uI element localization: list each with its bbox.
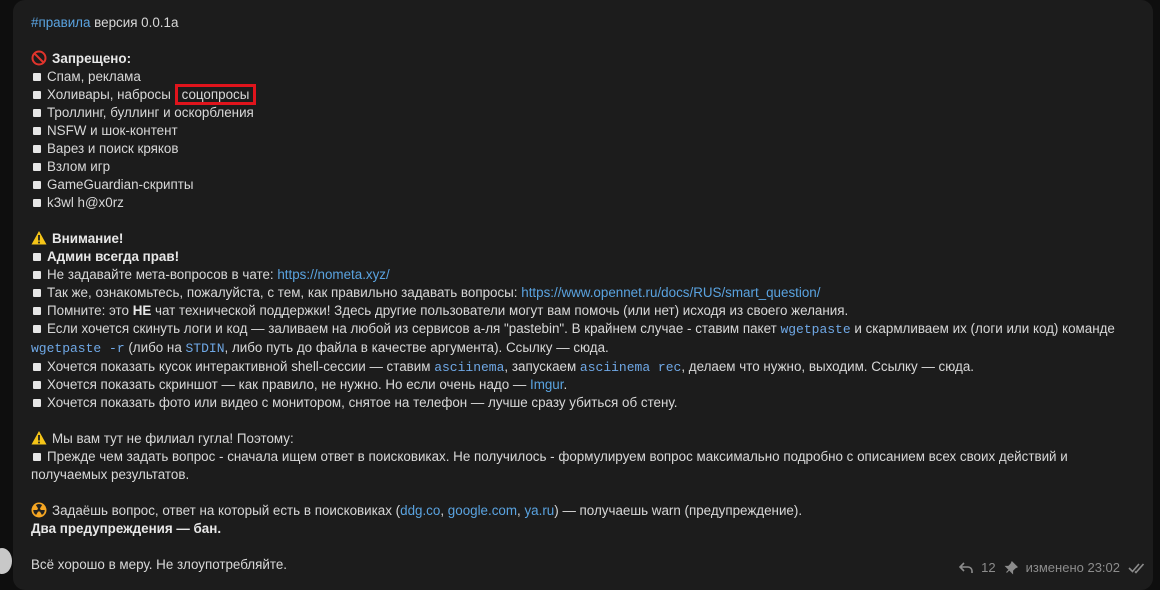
list-item: Взлом игр: [31, 158, 1135, 176]
code-wgetpaste: wgetpaste: [780, 322, 851, 337]
checkbox-icon: [33, 72, 41, 81]
google-heading: Мы вам тут не филиал гугла! Поэтому:: [31, 430, 1135, 448]
yandex-link[interactable]: ya.ru: [524, 503, 554, 518]
google-title: Мы вам тут не филиал гугла! Поэтому:: [52, 431, 294, 446]
ban-line: Два предупреждения — бан.: [31, 521, 222, 536]
checkbox-icon: [33, 270, 41, 279]
nometa-link[interactable]: https://nometa.xyz/: [277, 267, 389, 282]
edited-timestamp: изменено 23:02: [1025, 560, 1120, 575]
checkbox-icon: [33, 108, 41, 117]
message-footer: 12 изменено 23:02: [959, 560, 1146, 575]
no-entry-icon: [31, 50, 47, 66]
checkbox-icon: [33, 288, 41, 297]
pin-icon: [1004, 560, 1018, 574]
highlighted-text: соцопросы: [174, 84, 257, 105]
list-item: Прежде чем задать вопрос - сначала ищем …: [31, 449, 1068, 482]
warn-line: Задаёшь вопрос, ответ на который есть в …: [31, 502, 1135, 520]
checkbox-icon: [33, 380, 41, 389]
forbidden-heading: Запрещено:: [31, 50, 1135, 68]
smart-question-link[interactable]: https://www.opennet.ru/docs/RUS/smart_qu…: [521, 285, 820, 300]
checkbox-icon: [33, 162, 41, 171]
list-item: Помните: это НЕ чат технической поддержк…: [31, 302, 1135, 320]
code-wgetpaste-r: wgetpaste -r: [31, 341, 125, 356]
avatar[interactable]: [0, 548, 12, 574]
list-item: Холивары, набросы соцопросы: [31, 84, 1135, 105]
code-stdin: STDIN: [185, 341, 225, 356]
checkbox-icon: [33, 90, 41, 99]
google-link[interactable]: google.com: [448, 503, 517, 518]
list-item: Не задавайте мета-вопросов в чате: https…: [31, 266, 1135, 284]
imgur-link[interactable]: Imgur: [530, 377, 564, 392]
message-bubble: #правила версия 0.0.1а Запрещено: Спам, …: [13, 0, 1153, 590]
version-text: версия 0.0.1а: [90, 15, 179, 30]
code-asciinema: asciinema: [434, 360, 505, 375]
checkbox-icon: [33, 144, 41, 153]
radioactive-icon: [31, 502, 47, 518]
reply-count[interactable]: 12: [981, 560, 995, 575]
attention-heading: Внимание!: [31, 230, 1135, 248]
list-item: k3wl h@x0rz: [31, 194, 1135, 212]
checkbox-icon: [33, 198, 41, 207]
list-item: Хочется показать кусок интерактивной she…: [31, 358, 1135, 376]
attention-title: Внимание!: [52, 231, 124, 246]
list-item: GameGuardian-скрипты: [31, 176, 1135, 194]
code-asciinema-rec: asciinema rec: [579, 360, 682, 375]
warning-icon: [31, 431, 47, 445]
warning-icon: [31, 231, 47, 245]
checkbox-icon: [33, 306, 41, 315]
checkbox-icon: [33, 362, 41, 371]
list-item: Админ всегда прав!: [31, 248, 1135, 266]
checkbox-icon: [33, 452, 41, 461]
version-line: #правила версия 0.0.1а: [31, 14, 1135, 32]
checkbox-icon: [33, 180, 41, 189]
list-item: Так же, ознакомьтесь, пожалуйста, с тем,…: [31, 284, 1135, 302]
checkbox-icon: [33, 252, 41, 261]
reply-icon[interactable]: [959, 561, 973, 574]
list-item: NSFW и шок-контент: [31, 122, 1135, 140]
list-item: Троллинг, буллинг и оскорбления: [31, 104, 1135, 122]
ddg-link[interactable]: ddg.co: [400, 503, 440, 518]
hashtag-link[interactable]: #правила: [31, 15, 90, 30]
double-check-icon: [1128, 562, 1145, 574]
checkbox-icon: [33, 126, 41, 135]
forbidden-title: Запрещено:: [52, 51, 132, 66]
checkbox-icon: [33, 324, 41, 333]
checkbox-icon: [33, 398, 41, 407]
list-item: Если хочется скинуть логи и код — залива…: [31, 321, 1115, 356]
list-item: Хочется показать фото или видео с монито…: [31, 394, 1135, 412]
list-item: Хочется показать скриншот — как правило,…: [31, 376, 1135, 394]
list-item: Варез и поиск кряков: [31, 140, 1135, 158]
